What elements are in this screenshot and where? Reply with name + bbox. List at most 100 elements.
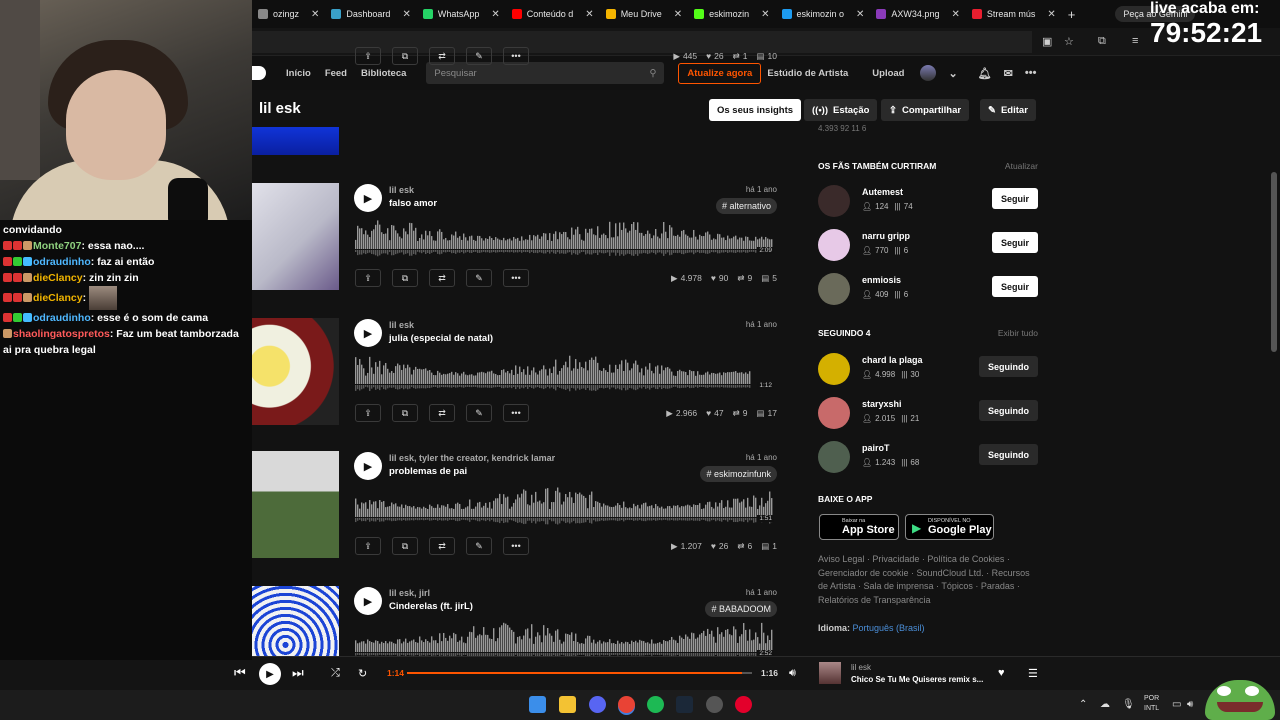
page-scrollbar[interactable] bbox=[1271, 60, 1277, 656]
shuffle-icon[interactable]: ⤮ bbox=[331, 667, 340, 680]
heart-icon[interactable]: ♥ bbox=[998, 667, 1005, 679]
app-icon[interactable] bbox=[735, 696, 752, 713]
footer-links[interactable]: Aviso Legal · Privacidade · Política de … bbox=[818, 553, 1040, 607]
tab-close-icon[interactable]: ✕ bbox=[951, 9, 959, 20]
play-pause-button[interactable]: ▶ bbox=[259, 663, 281, 685]
play-button[interactable]: ▶ bbox=[354, 184, 382, 212]
browser-tab[interactable]: AXW34.png ✕ bbox=[870, 0, 965, 28]
copy-link-icon[interactable]: ⧉ bbox=[392, 47, 418, 65]
track-artist[interactable]: lil esk bbox=[389, 320, 414, 330]
share-icon[interactable]: ⇪ bbox=[355, 404, 381, 422]
browser-tab[interactable]: Dashboard ✕ bbox=[325, 0, 416, 28]
tab-close-icon[interactable]: ✕ bbox=[761, 9, 769, 20]
spotify-icon[interactable] bbox=[647, 696, 664, 713]
following-button[interactable]: Seguindo bbox=[979, 356, 1038, 377]
user-avatar[interactable] bbox=[818, 229, 850, 261]
new-tab-button[interactable]: + bbox=[1068, 7, 1076, 22]
steam-icon[interactable] bbox=[676, 696, 693, 713]
edit-button[interactable]: ✎ Editar bbox=[980, 99, 1036, 121]
repost-icon[interactable]: ⇄ bbox=[429, 404, 455, 422]
tab-close-icon[interactable]: ✕ bbox=[402, 9, 410, 20]
app-store-button[interactable]: Baixar na App Store bbox=[819, 514, 899, 540]
network-icon[interactable]: ▭ bbox=[1172, 699, 1181, 710]
follow-button[interactable]: Seguir bbox=[991, 276, 1038, 297]
mic-icon[interactable]: 🎙︎ bbox=[1122, 699, 1135, 710]
copy-link-icon[interactable]: ⧉ bbox=[392, 269, 418, 287]
share-icon[interactable]: ⇪ bbox=[355, 269, 381, 287]
browser-tab[interactable]: Conteúdo d ✕ bbox=[506, 0, 600, 28]
play-button[interactable]: ▶ bbox=[354, 587, 382, 615]
follow-button[interactable]: Seguir bbox=[991, 188, 1038, 209]
chrome-icon[interactable] bbox=[618, 696, 635, 713]
repeat-icon[interactable]: ↻ bbox=[358, 667, 367, 680]
upload-link[interactable]: Upload bbox=[872, 68, 904, 79]
waveform[interactable] bbox=[355, 487, 775, 527]
previous-icon[interactable]: ⏮ bbox=[234, 665, 246, 681]
track-artist[interactable]: lil esk bbox=[389, 185, 414, 195]
user-name[interactable]: enmiosis bbox=[862, 275, 901, 285]
track-tag[interactable]: # alternativo bbox=[715, 198, 777, 214]
station-button[interactable]: ((•)) Estação bbox=[804, 99, 878, 121]
user-name[interactable]: pairoT bbox=[862, 443, 890, 453]
more-icon[interactable]: ••• bbox=[503, 404, 529, 422]
user-avatar[interactable] bbox=[818, 185, 850, 217]
more-icon[interactable]: ••• bbox=[503, 47, 529, 65]
browser-tab[interactable]: Stream mús ✕ bbox=[966, 0, 1062, 28]
track-artist[interactable]: lil esk, tyler the creator, kendrick lam… bbox=[389, 453, 555, 463]
refresh-link[interactable]: Atualizar bbox=[1005, 161, 1038, 171]
speaker-icon[interactable]: 🔊︎ bbox=[1187, 699, 1193, 710]
copy-link-icon[interactable]: ⧉ bbox=[392, 404, 418, 422]
tab-close-icon[interactable]: ✕ bbox=[856, 9, 864, 20]
tab-close-icon[interactable]: ✕ bbox=[491, 9, 499, 20]
user-avatar[interactable] bbox=[818, 441, 850, 473]
bookmark-star-icon[interactable]: ☆ bbox=[1064, 35, 1074, 48]
track-title[interactable]: julia (especial de natal) bbox=[389, 333, 493, 344]
browser-tab[interactable]: eskimozin ✕ bbox=[688, 0, 775, 28]
user-avatar[interactable] bbox=[818, 273, 850, 305]
messages-icon[interactable]: ✉ bbox=[1004, 67, 1013, 80]
browser-tab[interactable]: eskimozin o ✕ bbox=[776, 0, 871, 28]
play-button[interactable]: ▶ bbox=[354, 452, 382, 480]
tab-close-icon[interactable]: ✕ bbox=[585, 9, 593, 20]
track-title[interactable]: Cinderelas (ft. jirL) bbox=[389, 601, 473, 612]
file-explorer-icon[interactable] bbox=[559, 696, 576, 713]
windows-start-icon[interactable] bbox=[529, 696, 546, 713]
notifications-icon[interactable]: 🔔︎ bbox=[978, 67, 992, 80]
cloud-icon[interactable]: ☁ bbox=[1100, 699, 1110, 710]
pencil-icon[interactable]: ✎ bbox=[466, 47, 492, 65]
now-playing-artwork[interactable] bbox=[819, 662, 841, 684]
track-title[interactable]: falso amor bbox=[389, 198, 437, 209]
screenshot-icon[interactable]: ▣ bbox=[1042, 35, 1052, 48]
extensions-icon[interactable]: ⧉ bbox=[1098, 35, 1106, 48]
repost-icon[interactable]: ⇄ bbox=[429, 47, 455, 65]
following-button[interactable]: Seguindo bbox=[979, 444, 1038, 465]
more-icon[interactable]: ••• bbox=[503, 537, 529, 555]
media-icon[interactable]: ≡ bbox=[1132, 35, 1138, 47]
waveform[interactable] bbox=[355, 354, 775, 394]
share-icon[interactable]: ⇪ bbox=[355, 47, 381, 65]
play-button[interactable]: ▶ bbox=[354, 319, 382, 347]
discord-icon[interactable] bbox=[589, 696, 606, 713]
user-name[interactable]: chard la plaga bbox=[862, 355, 923, 365]
pencil-icon[interactable]: ✎ bbox=[466, 537, 492, 555]
keyboard-layout[interactable]: POR INTL bbox=[1144, 694, 1159, 714]
view-all-link[interactable]: Exibir tudo bbox=[998, 328, 1038, 338]
track-tag[interactable]: # BABADOOM bbox=[705, 601, 777, 617]
queue-icon[interactable]: ☰ bbox=[1028, 667, 1038, 680]
pencil-icon[interactable]: ✎ bbox=[466, 269, 492, 287]
follow-button[interactable]: Seguir bbox=[991, 232, 1038, 253]
progress-bar[interactable] bbox=[407, 672, 752, 674]
share-button[interactable]: ⇪ Compartilhar bbox=[881, 99, 970, 121]
browser-tab[interactable]: WhatsApp ✕ bbox=[417, 0, 506, 28]
browser-tab[interactable]: ozingz ✕ bbox=[252, 0, 325, 28]
now-playing-title[interactable]: Chico Se Tu Me Quiseres remix s... bbox=[851, 675, 983, 684]
user-avatar[interactable] bbox=[920, 65, 937, 81]
share-icon[interactable]: ⇪ bbox=[355, 537, 381, 555]
following-button[interactable]: Seguindo bbox=[979, 400, 1038, 421]
more-icon[interactable]: ••• bbox=[503, 269, 529, 287]
scrollbar-thumb[interactable] bbox=[1271, 172, 1277, 352]
track-title[interactable]: problemas de pai bbox=[389, 466, 467, 477]
repost-icon[interactable]: ⇄ bbox=[429, 537, 455, 555]
tab-close-icon[interactable]: ✕ bbox=[1047, 9, 1055, 20]
user-avatar[interactable] bbox=[818, 397, 850, 429]
